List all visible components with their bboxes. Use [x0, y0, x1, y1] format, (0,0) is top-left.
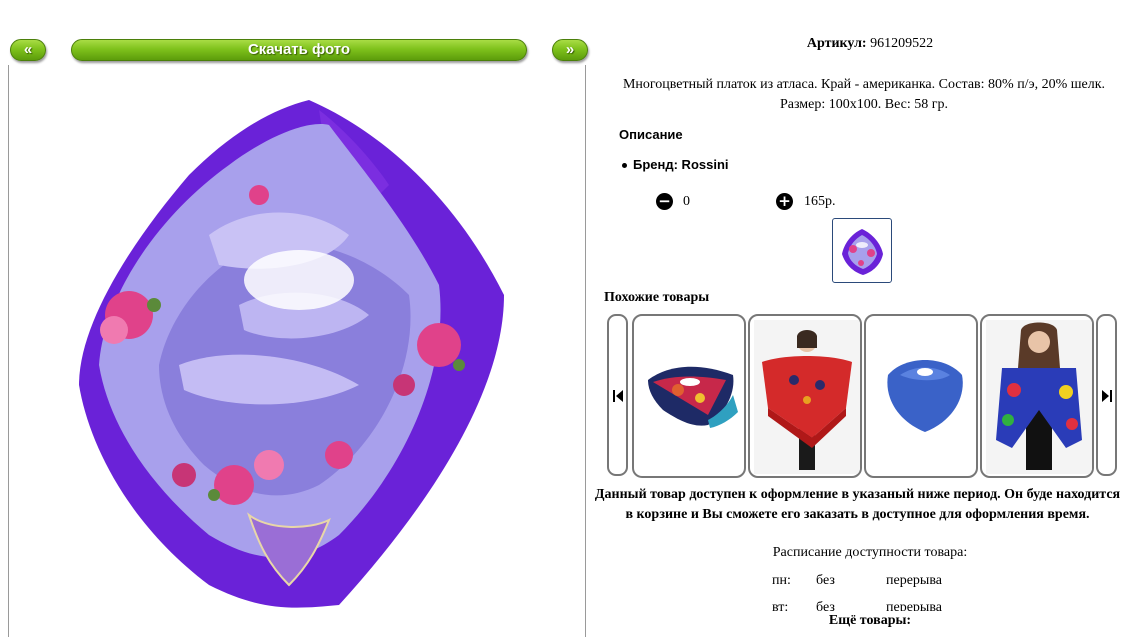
schedule-to: перерыва	[886, 600, 942, 611]
brand-text: Бренд: Rossini	[633, 157, 729, 172]
carousel-prev-button[interactable]	[607, 314, 628, 476]
skip-back-icon	[613, 390, 623, 402]
more-products-links-strip[interactable]	[600, 632, 1115, 637]
price-value: 165р.	[804, 194, 836, 209]
previous-photo-button[interactable]: «	[10, 39, 46, 61]
schedule-to: перерыва	[886, 573, 942, 588]
sku-line: Артикул: 961209522	[594, 36, 1121, 52]
schedule-from: без	[816, 573, 835, 588]
more-products-heading: Ещё товары:	[828, 613, 912, 628]
bullet-icon	[622, 163, 627, 169]
photo-nav-bar: « Скачать фото »	[10, 37, 588, 63]
scarf-multicolor-image	[986, 320, 1092, 474]
plus-icon[interactable]: +	[776, 193, 793, 210]
schedule-day: пн:	[772, 573, 791, 588]
similar-products-carousel	[607, 314, 1121, 478]
product-photo-frame	[8, 65, 586, 637]
schedule-table: пн: без перерыва вт: без перерыва	[744, 573, 994, 611]
schedule-title: Расписание доступности товара:	[772, 545, 968, 560]
similar-item-card[interactable]	[632, 314, 746, 478]
similar-item-card[interactable]	[980, 314, 1094, 478]
sku-label: Артикул:	[806, 36, 867, 51]
schedule-row: вт: без перерыва	[744, 600, 994, 611]
scarf-navy-floral-image	[648, 366, 738, 428]
shawl-red-fringe-image	[754, 320, 860, 474]
similar-item-card[interactable]	[748, 314, 862, 478]
next-photo-button[interactable]: »	[552, 39, 588, 61]
schedule-from: без	[816, 600, 835, 611]
schedule-row: пн: без перерыва	[744, 573, 994, 600]
availability-note: Данный товар доступен к оформление в ука…	[594, 487, 1121, 522]
download-photo-button[interactable]: Скачать фото	[71, 39, 527, 61]
thumbnail-scarf-image	[842, 229, 883, 275]
product-thumbnail[interactable]	[832, 218, 892, 283]
product-info-panel: Артикул: 961209522 Многоцветный платок и…	[594, 0, 1121, 637]
similar-products-heading: Похожие товары	[604, 290, 710, 305]
sku-value: 961209522	[870, 36, 934, 51]
carousel-next-button[interactable]	[1096, 314, 1117, 476]
skip-forward-icon	[1102, 390, 1112, 402]
scarf-blue-image	[887, 360, 963, 432]
minus-icon[interactable]: −	[656, 193, 673, 210]
brand-list-item: Бренд: Rossini	[622, 157, 729, 172]
product-description: Многоцветный платок из атласа. Край - ам…	[622, 77, 1106, 112]
similar-item-card[interactable]	[864, 314, 978, 478]
product-photo-scarf	[79, 100, 504, 608]
quantity-value: 0	[683, 194, 690, 209]
schedule-day: вт:	[772, 600, 789, 611]
description-heading: Описание	[619, 127, 683, 142]
